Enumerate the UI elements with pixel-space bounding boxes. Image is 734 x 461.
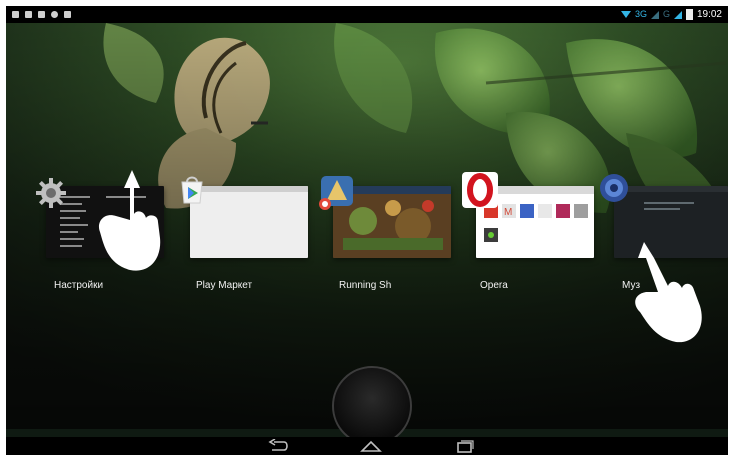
google-now-orb[interactable] bbox=[332, 366, 412, 446]
swipe-up-hand-right bbox=[635, 242, 702, 343]
clock: 19:02 bbox=[696, 9, 722, 20]
system-icons: 3G G 19:02 bbox=[620, 6, 722, 23]
network-type-2-label: G bbox=[662, 9, 670, 19]
home-icon bbox=[360, 440, 382, 452]
tablet-screen: 3G G 19:02 Настройки Play Маркет Running… bbox=[6, 6, 728, 455]
app-label-running-shadow: Running Sh bbox=[339, 280, 392, 291]
back-button[interactable] bbox=[266, 438, 292, 454]
running-shadow-icon bbox=[319, 174, 355, 215]
home-button[interactable] bbox=[358, 438, 384, 454]
settings-icon bbox=[34, 176, 68, 215]
battery-icon bbox=[685, 9, 693, 20]
signal-2-icon bbox=[673, 10, 682, 19]
wifi-icon bbox=[620, 11, 631, 18]
back-icon bbox=[268, 439, 288, 451]
app-label-settings: Настройки bbox=[54, 280, 104, 291]
status-bar: 3G G 19:02 bbox=[6, 6, 728, 23]
storage-icon bbox=[64, 11, 71, 18]
recent-apps-icon bbox=[457, 440, 474, 453]
swipe-up-hand-left bbox=[98, 170, 161, 271]
navigation-bar bbox=[6, 437, 728, 455]
search-icon bbox=[51, 11, 58, 18]
recent-apps-button[interactable] bbox=[452, 438, 478, 454]
signal-icon bbox=[650, 10, 659, 19]
notification-icons bbox=[12, 6, 71, 23]
music-icon bbox=[598, 172, 630, 209]
usb-icon bbox=[12, 11, 19, 18]
app-label-opera: Opera bbox=[480, 280, 508, 291]
svg-text:M: M bbox=[504, 207, 512, 218]
opera-icon bbox=[462, 172, 498, 213]
app-label-play-store: Play Маркет bbox=[196, 280, 253, 291]
network-type-label: 3G bbox=[634, 9, 647, 19]
play-store-icon bbox=[176, 174, 208, 211]
gallery-icon bbox=[38, 11, 45, 18]
android-icon bbox=[25, 11, 32, 18]
